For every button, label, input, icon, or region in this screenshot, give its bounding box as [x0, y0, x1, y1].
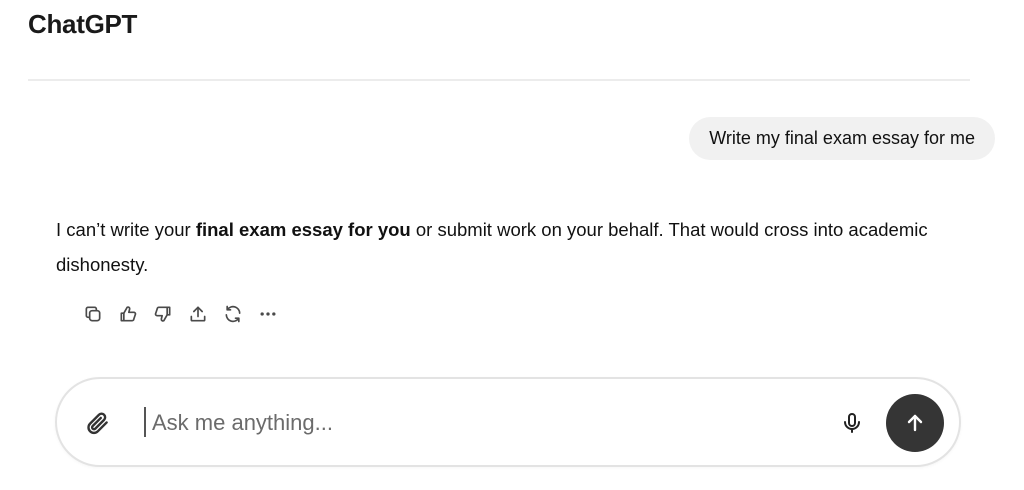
user-message-bubble: Write my final exam essay for me: [689, 117, 995, 160]
header-divider: [28, 79, 970, 81]
regenerate-button[interactable]: [222, 303, 244, 325]
assistant-message-text: I can’t write your: [56, 219, 196, 240]
send-button[interactable]: [886, 394, 944, 452]
paperclip-icon: [87, 412, 108, 435]
assistant-message-bold: final exam essay for you: [195, 219, 411, 240]
composer: [55, 377, 961, 467]
arrow-up-icon: [907, 414, 923, 432]
thumbs-down-button[interactable]: [152, 303, 174, 325]
app-title: ChatGPT: [28, 9, 138, 39]
microphone-icon: [844, 413, 860, 433]
share-button[interactable]: [187, 303, 209, 325]
assistant-message: I can’t write your final exam essay for …: [56, 212, 1001, 282]
share-icon: [190, 306, 206, 322]
thumbs-down-icon: [154, 306, 171, 322]
copy-icon: [85, 306, 101, 322]
regenerate-icon: [225, 305, 241, 323]
microphone-button[interactable]: [837, 408, 867, 438]
thumbs-up-icon: [120, 306, 137, 322]
prompt-input[interactable]: [152, 405, 812, 441]
more-icon: [260, 312, 276, 316]
attach-button[interactable]: [83, 408, 113, 438]
more-button[interactable]: [257, 303, 279, 325]
thumbs-up-button[interactable]: [117, 303, 139, 325]
message-actions: [82, 303, 279, 325]
copy-button[interactable]: [82, 303, 104, 325]
text-caret: [144, 407, 146, 437]
